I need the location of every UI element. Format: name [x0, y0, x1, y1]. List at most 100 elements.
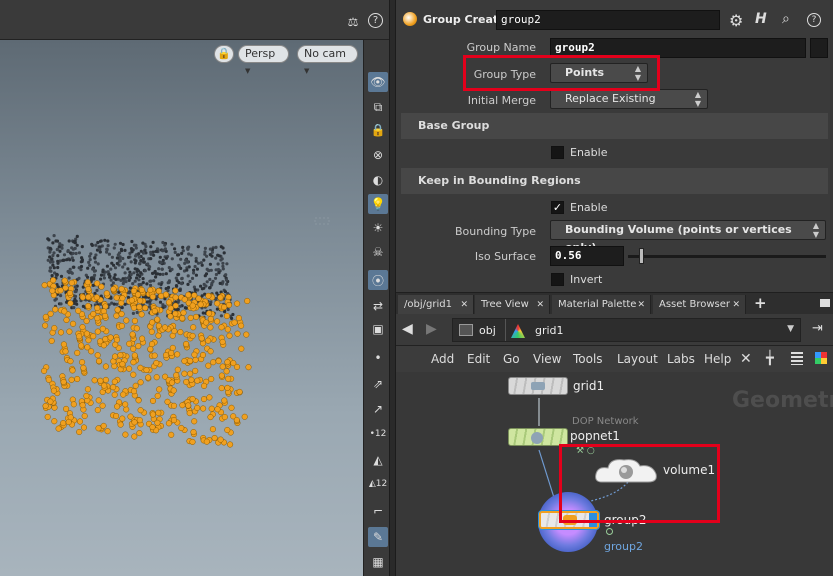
scene-viewport[interactable] — [0, 0, 363, 576]
geo-icon — [511, 324, 525, 338]
add-tab-button[interactable]: + — [754, 294, 767, 312]
menu-edit[interactable]: Edit — [467, 352, 490, 366]
iso-surface-slider[interactable] — [628, 255, 826, 258]
base-group-enable-checkbox[interactable] — [551, 146, 564, 159]
node-type-label: Group Create — [423, 13, 506, 26]
node-group2-subtitle: group2 — [604, 540, 643, 553]
camera-icon[interactable]: ⦿ — [368, 270, 388, 290]
output-connector — [606, 528, 613, 535]
help-h-icon[interactable]: H — [755, 11, 767, 27]
primitive-icon[interactable]: ◭ — [368, 450, 388, 470]
highlight-volume-node — [559, 444, 720, 523]
menu-help[interactable]: Help — [704, 352, 731, 366]
group-name-label: Group Name — [466, 41, 536, 54]
pane-menu-icon[interactable] — [820, 299, 830, 307]
flipbook-icon[interactable]: ⇄ — [368, 296, 388, 316]
tools-icon[interactable]: ✕ — [740, 351, 752, 367]
bounding-enable-checkbox[interactable]: ✓ — [551, 201, 564, 214]
close-icon[interactable]: ✕ — [732, 295, 740, 315]
camera-select-dropdown[interactable]: No cam ▼ — [297, 45, 358, 75]
back-arrow-icon[interactable]: ◀ — [402, 321, 413, 337]
parameter-header: Group Create group2 ⚙ H ⌕ ? — [396, 8, 833, 34]
point-display-icon[interactable]: • — [368, 348, 388, 368]
pop-icon — [531, 432, 543, 444]
display-options-icon[interactable]: ⚖ — [344, 13, 362, 31]
node-grid1[interactable] — [508, 377, 568, 395]
ghost-icon[interactable]: ⊗ — [368, 145, 388, 165]
particle-cloud — [41, 217, 330, 448]
tree-icon[interactable]: ╈ — [766, 351, 774, 366]
menu-view[interactable]: View — [533, 352, 561, 366]
color-palette-icon[interactable] — [815, 352, 827, 364]
prim-number-icon[interactable]: ◭12 — [368, 474, 388, 494]
gear-icon[interactable]: ⚙ — [729, 11, 743, 30]
chevron-down-icon: ▼ — [304, 67, 310, 75]
close-icon[interactable]: ✕ — [460, 295, 468, 315]
invert-checkbox[interactable] — [551, 273, 564, 286]
spin-arrows-icon: ▲ ▼ — [812, 221, 819, 239]
viewport-canvas[interactable] — [0, 40, 363, 576]
node-grid1-label: grid1 — [573, 379, 605, 393]
tab-label: Tree View — [481, 299, 529, 310]
pin-icon[interactable]: ⇥ — [812, 321, 823, 336]
light-bulb-icon[interactable]: 💡 — [368, 194, 388, 214]
close-icon[interactable]: ✕ — [637, 295, 645, 315]
shading-icon[interactable]: ◐ — [368, 170, 388, 190]
iso-surface-slider-handle[interactable] — [639, 248, 645, 264]
camera-persp-label: Persp — [245, 47, 276, 60]
parameter-pane: Group Create group2 ⚙ H ⌕ ? Group Name g… — [396, 0, 833, 292]
tab-tree-view[interactable]: Tree View ✕ — [475, 295, 550, 315]
normal-icon[interactable]: ⇗ — [368, 374, 388, 394]
bounding-regions-section[interactable]: Keep in Bounding Regions — [401, 168, 828, 194]
path-separator — [505, 319, 506, 341]
light-icon[interactable]: ☀ — [368, 218, 388, 238]
template-icon[interactable]: ✎ — [368, 527, 388, 547]
group-name-expand[interactable] — [810, 38, 828, 58]
menu-tools[interactable]: Tools — [573, 352, 603, 366]
vertex-icon[interactable]: ⌐ — [368, 501, 388, 521]
path-grid-label[interactable]: grid1 — [535, 324, 564, 337]
lock-camera-button[interactable]: 🔒 — [214, 45, 234, 63]
lock-icon[interactable]: 🔒 — [368, 120, 388, 140]
node-name-field[interactable]: group2 — [496, 10, 720, 30]
initial-merge-label: Initial Merge — [467, 94, 536, 107]
tab-network[interactable]: /obj/grid1 ✕ — [398, 295, 474, 315]
network-editor[interactable]: Geometr grid1 DOP Network popnet1 ⚒ ○ vo… — [396, 372, 833, 576]
initial-merge-menu[interactable]: Replace Existing ▲ ▼ — [550, 89, 708, 109]
help-icon[interactable]: ? — [807, 13, 821, 27]
menu-labs[interactable]: Labs — [667, 352, 695, 366]
highlight-group-type — [463, 55, 660, 91]
camera-persp-dropdown[interactable]: Persp ▼ — [238, 45, 289, 75]
render-icon[interactable]: ▣ — [368, 319, 388, 339]
iso-surface-field[interactable]: 0.56 — [550, 246, 624, 266]
tab-material-palette[interactable]: Material Palette ✕ — [552, 295, 651, 315]
pane-splitter[interactable] — [389, 0, 396, 576]
menu-add[interactable]: Add — [431, 352, 454, 366]
close-icon[interactable]: ✕ — [536, 295, 544, 315]
chevron-down-icon[interactable]: ▼ — [787, 324, 794, 334]
viewport-header: ⚖ ? — [0, 0, 390, 40]
list-icon[interactable] — [791, 352, 803, 365]
snap-icon[interactable]: ⧉ — [368, 97, 388, 117]
bounding-type-menu[interactable]: Bounding Volume (points or vertices only… — [550, 220, 826, 254]
point-normal-icon[interactable]: ↗ — [368, 399, 388, 419]
search-icon[interactable]: ⌕ — [782, 11, 790, 27]
path-breadcrumb[interactable]: obj grid1 ▼ — [452, 318, 801, 342]
color-map-icon[interactable]: ▦ — [368, 552, 388, 572]
base-group-section[interactable]: Base Group — [401, 113, 828, 139]
forward-arrow-icon[interactable]: ▶ — [426, 321, 437, 337]
help-icon[interactable]: ? — [368, 13, 383, 28]
obj-icon — [459, 324, 473, 336]
base-group-enable-label: Enable — [570, 146, 608, 159]
lock-icon: 🔒 — [217, 47, 231, 60]
node-type-icon — [403, 12, 417, 26]
skull-icon[interactable]: ☠ — [368, 242, 388, 262]
path-obj-label[interactable]: obj — [479, 324, 496, 337]
menu-go[interactable]: Go — [503, 352, 520, 366]
chevron-down-icon: ▼ — [245, 67, 251, 75]
menu-layout[interactable]: Layout — [617, 352, 658, 366]
tab-asset-browser[interactable]: Asset Browser ✕ — [653, 295, 746, 315]
eye-icon[interactable]: 👁 — [368, 72, 388, 92]
point-number-icon[interactable]: •12 — [368, 424, 388, 444]
viewport-toolbar: 👁 ⧉ 🔒 ⊗ ◐ 💡 ☀ ☠ ⦿ ⇄ ▣ • ⇗ ↗ •12 ◭ ◭12 ⌐ … — [363, 40, 389, 576]
